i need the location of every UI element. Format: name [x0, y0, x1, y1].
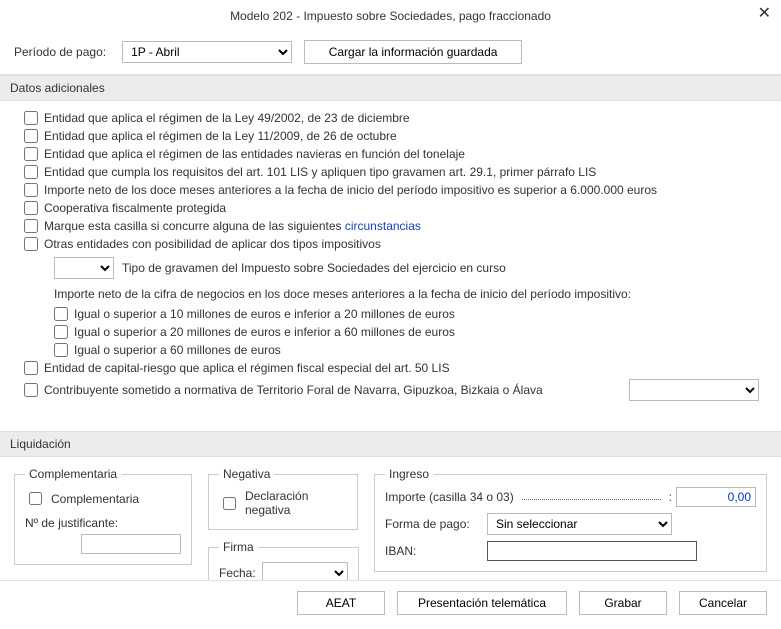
chk-10-20m[interactable] [54, 307, 68, 321]
period-select[interactable]: 1P - Abril [122, 41, 292, 63]
chk-art101[interactable] [24, 165, 38, 179]
chk-complementaria-label: Complementaria [51, 492, 139, 506]
chk-complementaria[interactable] [29, 492, 42, 505]
fieldset-firma: Firma Fecha: [208, 540, 359, 581]
chk-20-60m-label: Igual o superior a 20 millones de euros … [74, 325, 455, 339]
fieldset-complementaria: Complementaria Complementaria Nº de just… [14, 467, 192, 565]
chk-ley-49-2002[interactable] [24, 111, 38, 125]
chk-capital-riesgo-label: Entidad de capital-riesgo que aplica el … [44, 361, 450, 375]
load-info-button[interactable]: Cargar la información guardada [304, 40, 522, 64]
legend-firma: Firma [219, 540, 258, 554]
scroll-area[interactable]: Datos adicionales Entidad que aplica el … [0, 74, 781, 581]
iban-label: IBAN: [385, 544, 475, 558]
tipo-gravamen-label: Tipo de gravamen del Impuesto sobre Soci… [122, 261, 506, 275]
chk-navieras[interactable] [24, 147, 38, 161]
fecha-select[interactable] [262, 562, 348, 581]
chk-ley-49-2002-label: Entidad que aplica el régimen de la Ley … [44, 111, 410, 125]
forma-pago-label: Forma de pago: [385, 517, 475, 531]
chk-negativa-label: Declaración negativa [245, 489, 347, 517]
chk-60m-label: Igual o superior a 60 millones de euros [74, 343, 281, 357]
chk-navieras-label: Entidad que aplica el régimen de las ent… [44, 147, 465, 161]
presentacion-button[interactable]: Presentación telemática [397, 591, 567, 615]
justificante-label: Nº de justificante: [25, 516, 181, 530]
chk-importe-6m[interactable] [24, 183, 38, 197]
legend-complementaria: Complementaria [25, 467, 121, 481]
neto-note: Importe neto de la cifra de negocios en … [14, 283, 767, 305]
chk-importe-6m-label: Importe neto de los doce meses anteriore… [44, 183, 657, 197]
chk-territorio-foral-label: Contribuyente sometido a normativa de Te… [44, 383, 543, 397]
chk-territorio-foral[interactable] [24, 383, 38, 397]
aeat-button[interactable]: AEAT [297, 591, 385, 615]
legend-negativa: Negativa [219, 467, 274, 481]
chk-art101-label: Entidad que cumpla los requisitos del ar… [44, 165, 596, 179]
link-circunstancias[interactable]: circunstancias [345, 219, 421, 233]
grabar-button[interactable]: Grabar [579, 591, 667, 615]
close-icon[interactable]: ✕ [758, 6, 771, 22]
chk-cooperativa-label: Cooperativa fiscalmente protegida [44, 201, 226, 215]
chk-circunstancias[interactable] [24, 219, 38, 233]
fieldset-ingreso: Ingreso Importe (casilla 34 o 03) : Form… [374, 467, 767, 572]
importe-input[interactable] [676, 487, 756, 507]
fieldset-negativa: Negativa Declaración negativa [208, 467, 358, 530]
iban-input[interactable] [487, 541, 697, 561]
importe-label: Importe (casilla 34 o 03) [385, 490, 514, 504]
section-datos-adicionales-header: Datos adicionales [0, 75, 781, 101]
chk-circunstancias-label: Marque esta casilla si concurre alguna d… [44, 219, 421, 233]
territorio-select[interactable] [629, 379, 759, 401]
cancelar-button[interactable]: Cancelar [679, 591, 767, 615]
chk-capital-riesgo[interactable] [24, 361, 38, 375]
chk-10-20m-label: Igual o superior a 10 millones de euros … [74, 307, 455, 321]
chk-60m[interactable] [54, 343, 68, 357]
chk-ley-11-2009-label: Entidad que aplica el régimen de la Ley … [44, 129, 397, 143]
justificante-input[interactable] [81, 534, 181, 554]
tipo-gravamen-select[interactable] [54, 257, 114, 279]
period-label: Período de pago: [14, 45, 106, 59]
forma-pago-select[interactable]: Sin seleccionar [487, 513, 672, 535]
chk-otras-entidades-label: Otras entidades con posibilidad de aplic… [44, 237, 381, 251]
chk-otras-entidades[interactable] [24, 237, 38, 251]
section-liquidacion-header: Liquidación [0, 431, 781, 457]
chk-ley-11-2009[interactable] [24, 129, 38, 143]
fecha-label: Fecha: [219, 566, 256, 580]
chk-cooperativa[interactable] [24, 201, 38, 215]
legend-ingreso: Ingreso [385, 467, 433, 481]
dots-filler [522, 499, 661, 500]
dialog-title: Modelo 202 - Impuesto sobre Sociedades, … [230, 9, 551, 23]
chk-negativa[interactable] [223, 497, 236, 510]
chk-20-60m[interactable] [54, 325, 68, 339]
